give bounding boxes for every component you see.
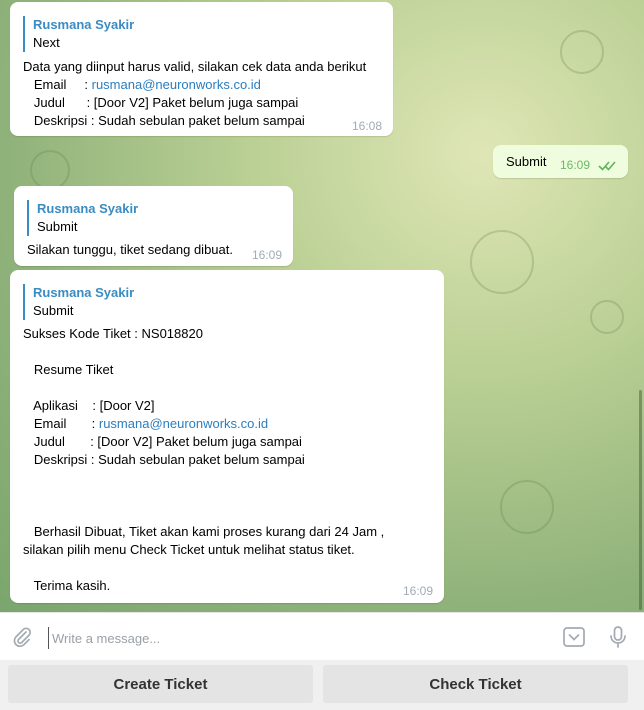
double-check-icon [598, 161, 616, 171]
reply-text: Submit [37, 219, 78, 234]
reply-author: Rusmana Syakir [37, 201, 139, 216]
message-line: Email : rusmana@neuronworks.co.id [23, 415, 268, 433]
email-link[interactable]: rusmana@neuronworks.co.id [99, 416, 268, 431]
message-composer [0, 612, 644, 661]
reply-text: Next [33, 35, 60, 50]
chat-background: Rusmana Syakir Next Data yang diinput ha… [0, 0, 644, 612]
message-text: Berhasil Dibuat, Tiket akan kami proses … [23, 524, 385, 539]
doodle-decoration [590, 300, 624, 334]
message-text: Sukses Kode Tiket : NS018820 [23, 326, 203, 341]
bot-keyboard-icon[interactable] [562, 625, 586, 649]
message-time: 16:09 [402, 584, 433, 598]
microphone-icon[interactable] [606, 625, 630, 649]
email-label: Email : [23, 77, 92, 92]
reply-author: Rusmana Syakir [33, 285, 135, 300]
doodle-decoration [30, 150, 70, 190]
reply-author: Rusmana Syakir [33, 17, 135, 32]
message-text: Judul : [Door V2] Paket belum juga sampa… [23, 434, 302, 449]
reply-quote[interactable]: Rusmana Syakir Submit [27, 200, 293, 236]
doodle-decoration [470, 230, 534, 294]
create-ticket-button[interactable]: Create Ticket [8, 665, 313, 703]
message-time: 16:08 [351, 119, 382, 133]
message-text: silakan pilih menu Check Ticket untuk me… [23, 542, 355, 557]
message-bubble-incoming: Rusmana Syakir Submit Silakan tunggu, ti… [14, 186, 293, 266]
message-bubble-incoming: Rusmana Syakir Next Data yang diinput ha… [10, 2, 393, 136]
check-ticket-button[interactable]: Check Ticket [323, 665, 628, 703]
message-text: Aplikasi : [Door V2] [23, 398, 155, 413]
message-bubble-incoming: Rusmana Syakir Submit Sukses Kode Tiket … [10, 270, 444, 603]
reply-quote[interactable]: Rusmana Syakir Submit [23, 284, 444, 320]
doodle-decoration [560, 30, 604, 74]
message-input[interactable] [48, 627, 524, 649]
reply-text: Submit [33, 303, 74, 318]
message-time: 16:09 [560, 158, 591, 172]
message-text: Deskripsi : Sudah sebulan paket belum sa… [23, 452, 305, 467]
message-text: Silakan tunggu, tiket sedang dibuat. [27, 242, 233, 257]
message-text: Resume Tiket [23, 362, 114, 377]
message-time: 16:09 [251, 248, 282, 262]
bot-keyboard: Create Ticket Check Ticket [0, 660, 644, 710]
message-text: Judul : [Door V2] Paket belum juga sampa… [23, 95, 299, 110]
message-line: Email : rusmana@neuronworks.co.id [23, 76, 261, 94]
paperclip-icon[interactable] [10, 625, 34, 649]
email-label: Email : [23, 416, 99, 431]
message-text: Deskripsi : Sudah sebulan paket belum sa… [23, 113, 305, 128]
message-text: Terima kasih. [23, 578, 111, 593]
message-bubble-outgoing: Submit 16:09 [493, 145, 628, 178]
email-link[interactable]: rusmana@neuronworks.co.id [92, 77, 261, 92]
message-text: Data yang diinput harus valid, silakan c… [23, 59, 367, 74]
chat-scrollbar[interactable] [639, 390, 642, 610]
message-text: Submit [506, 154, 547, 169]
doodle-decoration [500, 480, 554, 534]
reply-quote[interactable]: Rusmana Syakir Next [23, 16, 393, 52]
